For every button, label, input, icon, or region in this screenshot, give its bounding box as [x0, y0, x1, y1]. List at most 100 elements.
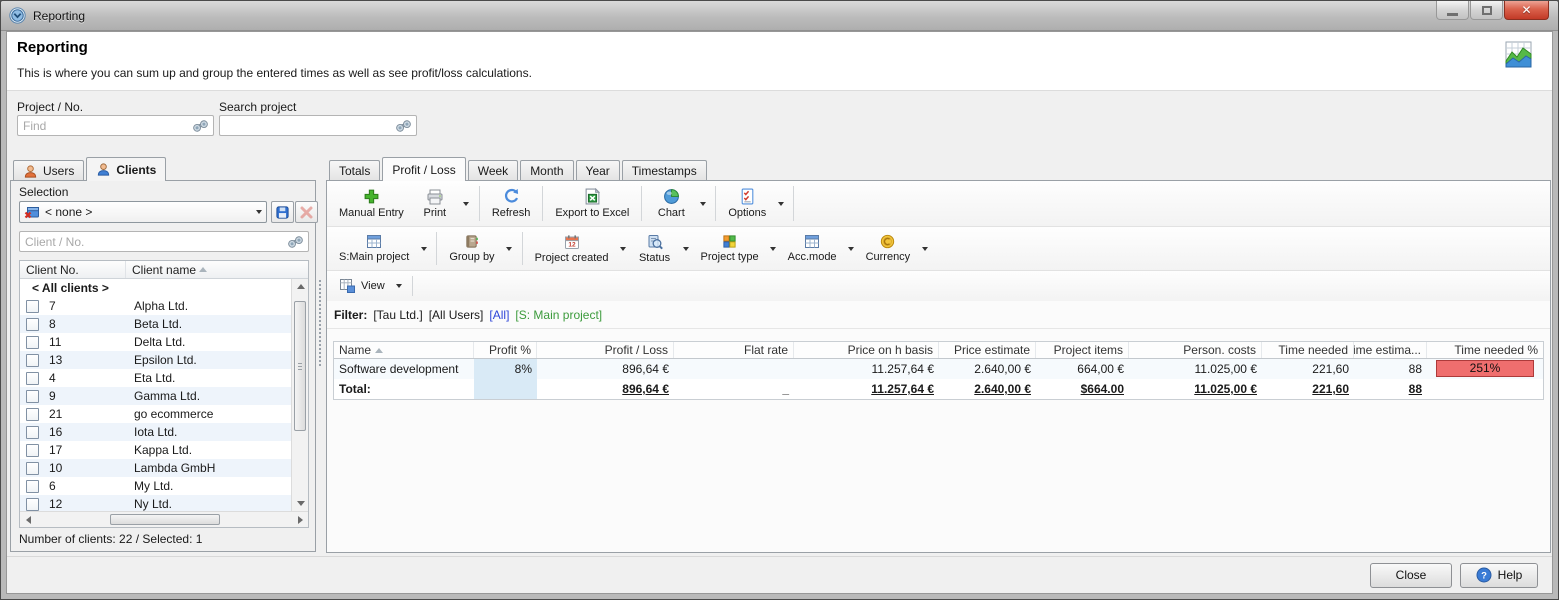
column-header-profit-[interactable]: Profit %: [474, 342, 537, 358]
result-row[interactable]: Software development8%896,64 €11.257,64 …: [334, 359, 1543, 379]
currency-dropdown-button[interactable]: [917, 230, 932, 268]
all-clients-row[interactable]: < All clients >: [20, 279, 291, 297]
client-checkbox[interactable]: [26, 462, 39, 475]
client-row[interactable]: 10Lambda GmbH: [20, 459, 291, 477]
client-filter-input[interactable]: [25, 235, 287, 249]
client-row[interactable]: 4Eta Ltd.: [20, 369, 291, 387]
scroll-up-button[interactable]: [292, 279, 309, 294]
column-header-project-items[interactable]: Project items: [1036, 342, 1129, 358]
binoculars-icon[interactable]: [192, 119, 209, 133]
binoculars-icon[interactable]: [287, 235, 304, 249]
acc-mode-dropdown-button[interactable]: [844, 230, 859, 268]
client-row[interactable]: 16Iota Ltd.: [20, 423, 291, 441]
column-header-price-on-h-basis[interactable]: Price on h basis: [794, 342, 939, 358]
tab-clients[interactable]: Clients: [86, 157, 166, 181]
client-checkbox[interactable]: [26, 354, 39, 367]
selection-combobox[interactable]: < none >: [19, 201, 267, 223]
total-row[interactable]: Total:896,64 €_11.257,64 €2.640,00 €$664…: [334, 379, 1543, 399]
client-checkbox[interactable]: [26, 372, 39, 385]
column-header-client-name[interactable]: Client name: [126, 261, 308, 278]
project-created-dropdown-button[interactable]: [616, 230, 631, 268]
status-button[interactable]: Status: [631, 230, 679, 268]
titlebar[interactable]: Reporting ✕: [1, 1, 1558, 31]
vertical-scrollbar[interactable]: [291, 279, 308, 511]
client-checkbox[interactable]: [26, 498, 39, 511]
client-checkbox[interactable]: [26, 480, 39, 493]
client-checkbox[interactable]: [26, 318, 39, 331]
column-header-time-needed-[interactable]: Time needed %: [1427, 342, 1543, 358]
tab-totals[interactable]: Totals: [329, 160, 380, 181]
print-dropdown-button[interactable]: [459, 185, 474, 223]
column-header-price-estimate[interactable]: Price estimate: [939, 342, 1036, 358]
options-dropdown-button[interactable]: [773, 185, 788, 223]
tab-week[interactable]: Week: [468, 160, 518, 181]
filter-chip[interactable]: [Tau Ltd.]: [373, 308, 422, 322]
client-checkbox[interactable]: [26, 426, 39, 439]
column-header-name[interactable]: Name: [334, 342, 474, 358]
s-main-project-button[interactable]: S:Main project: [332, 230, 416, 268]
client-row[interactable]: 13Epsilon Ltd.: [20, 351, 291, 369]
tab-year[interactable]: Year: [576, 160, 620, 181]
options-button[interactable]: Options: [721, 184, 773, 224]
tab-users[interactable]: Users: [13, 160, 84, 181]
scrollbar-thumb[interactable]: [294, 301, 306, 431]
help-button[interactable]: ? Help: [1460, 563, 1538, 588]
currency-button[interactable]: Currency: [859, 230, 918, 268]
tab-timestamps[interactable]: Timestamps: [622, 160, 707, 181]
save-selection-button[interactable]: [271, 201, 294, 223]
filter-chip[interactable]: [All Users]: [429, 308, 484, 322]
project-type-button[interactable]: Project type: [694, 230, 766, 268]
binoculars-icon[interactable]: [395, 119, 412, 133]
project-no-field[interactable]: [17, 115, 214, 136]
client-row[interactable]: 17Kappa Ltd.: [20, 441, 291, 459]
client-row[interactable]: 12Ny Ltd.: [20, 495, 291, 511]
client-checkbox[interactable]: [26, 336, 39, 349]
view-dropdown-button[interactable]: [392, 274, 407, 298]
client-row[interactable]: 9Gamma Ltd.: [20, 387, 291, 405]
client-row[interactable]: 21go ecommerce: [20, 405, 291, 423]
client-checkbox[interactable]: [26, 390, 39, 403]
client-checkbox[interactable]: [26, 300, 39, 313]
chart-button[interactable]: Chart: [647, 184, 695, 224]
column-header-time-needed[interactable]: Time needed: [1262, 342, 1354, 358]
scroll-down-button[interactable]: [292, 496, 309, 511]
export-to-excel-button[interactable]: Export to Excel: [548, 184, 636, 224]
client-checkbox[interactable]: [26, 408, 39, 421]
project-created-button[interactable]: 12Project created: [528, 230, 616, 268]
scroll-left-button[interactable]: [20, 512, 36, 527]
client-row[interactable]: 8Beta Ltd.: [20, 315, 291, 333]
refresh-button[interactable]: Refresh: [485, 184, 538, 224]
search-project-input[interactable]: [225, 119, 395, 133]
chart-dropdown-button[interactable]: [695, 185, 710, 223]
delete-selection-button[interactable]: [295, 201, 318, 223]
tab-profit-loss[interactable]: Profit / Loss: [382, 157, 465, 181]
client-filter-field[interactable]: [19, 231, 309, 252]
scrollbar-thumb[interactable]: [110, 514, 220, 525]
column-header-person-costs[interactable]: Person. costs: [1129, 342, 1262, 358]
search-project-field[interactable]: [219, 115, 417, 136]
client-checkbox[interactable]: [26, 444, 39, 457]
column-header-flat-rate[interactable]: Flat rate: [674, 342, 794, 358]
filter-chip[interactable]: [All]: [489, 308, 509, 322]
group-by-button[interactable]: Group by: [442, 230, 501, 268]
print-button[interactable]: Print: [411, 184, 459, 224]
filter-chip[interactable]: [S: Main project]: [515, 308, 602, 322]
close-button[interactable]: Close: [1370, 563, 1452, 588]
s-main-project-dropdown-button[interactable]: [416, 230, 431, 268]
status-dropdown-button[interactable]: [679, 230, 694, 268]
panel-splitter[interactable]: [319, 280, 323, 366]
view-button[interactable]: View: [332, 274, 392, 298]
tab-month[interactable]: Month: [520, 160, 573, 181]
maximize-button[interactable]: [1470, 1, 1503, 20]
client-row[interactable]: 6My Ltd.: [20, 477, 291, 495]
close-window-button[interactable]: ✕: [1504, 1, 1549, 20]
column-header-profit-loss[interactable]: Profit / Loss: [537, 342, 674, 358]
manual-entry-button[interactable]: Manual Entry: [332, 184, 411, 224]
column-header-time-estima-[interactable]: Time estima...: [1354, 342, 1427, 358]
group-by-dropdown-button[interactable]: [502, 230, 517, 268]
project-no-input[interactable]: [23, 119, 192, 133]
client-row[interactable]: 7Alpha Ltd.: [20, 297, 291, 315]
acc-mode-button[interactable]: Acc.mode: [781, 230, 844, 268]
minimize-button[interactable]: [1436, 1, 1469, 20]
scroll-right-button[interactable]: [292, 512, 308, 527]
